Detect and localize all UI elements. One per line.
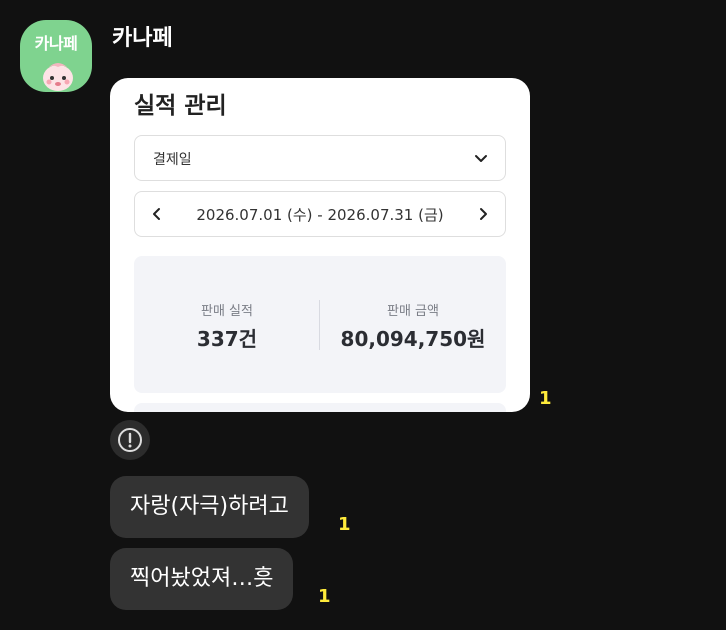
stat-value: 80,094,750원 [340,327,486,351]
chevron-down-icon [475,155,487,162]
chevron-right-icon[interactable] [475,206,491,222]
avatar-text: 카나페 [34,34,78,53]
sales-count-stat: 판매 실적 337건 [134,300,320,352]
date-type-select[interactable]: 결제일 [134,135,506,181]
sender-name[interactable]: 카나페 [112,20,173,52]
shared-image-card[interactable]: 실적 관리 결제일 2026.07.01 (수) - 2026.07.31 (금… [110,78,530,412]
peach-character-icon [43,63,73,91]
message-bubble[interactable]: 자랑(자극)하려고 [110,476,309,538]
stat-label: 판매 실적 [201,304,253,319]
date-range-picker[interactable]: 2026.07.01 (수) - 2026.07.31 (금) [134,191,506,237]
unread-count: 1 [338,514,351,535]
stat-value: 337건 [196,327,258,351]
warning-button[interactable] [110,420,150,460]
card-title: 실적 관리 [134,93,227,119]
next-section-edge [134,403,506,412]
sender-avatar[interactable]: 카나페 [20,20,92,92]
sales-summary: 판매 실적 337건 판매 금액 80,094,750원 [134,256,506,393]
exclamation-circle-icon [118,428,142,452]
unread-count: 1 [539,388,552,409]
unread-count: 1 [318,586,331,607]
date-range-text: 2026.07.01 (수) - 2026.07.31 (금) [196,206,444,224]
sales-amount-stat: 판매 금액 80,094,750원 [320,300,506,352]
stat-label: 판매 금액 [387,304,439,319]
date-type-label: 결제일 [153,152,192,168]
message-bubble[interactable]: 찍어놨었져…흣 [110,548,294,610]
